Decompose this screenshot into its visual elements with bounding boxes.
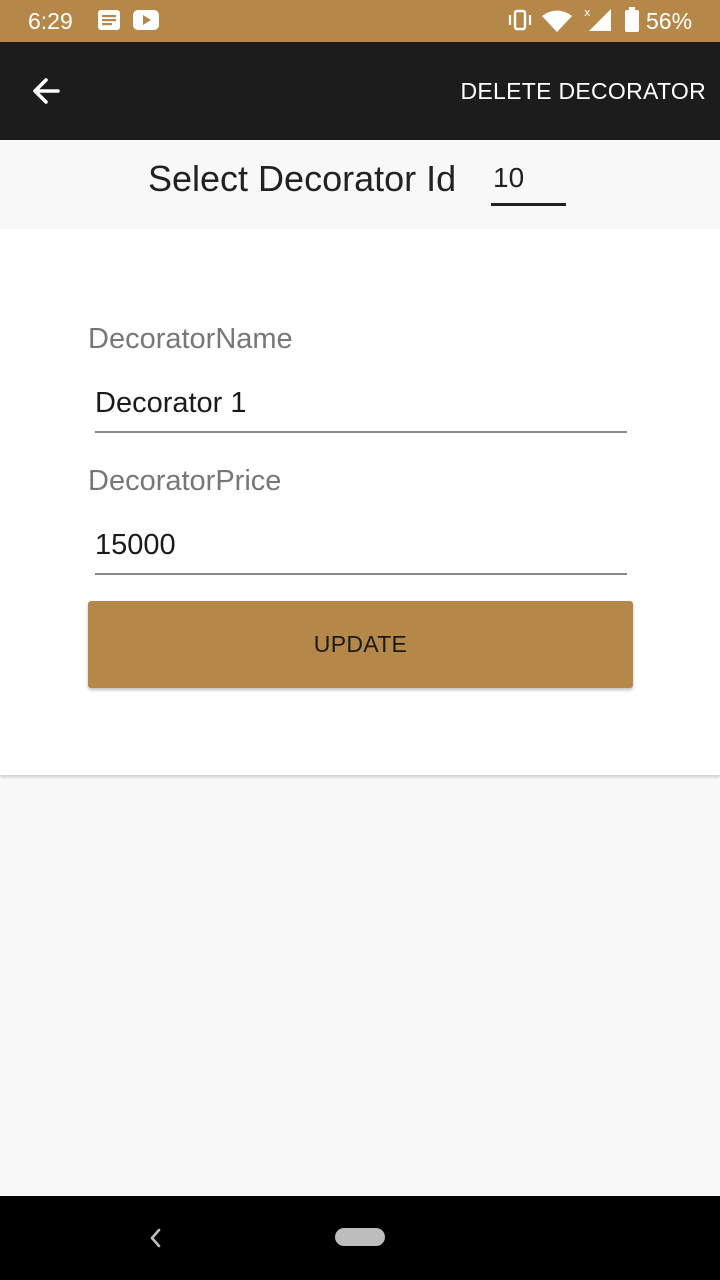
- decorator-id-selector-row: Select Decorator Id 10: [0, 140, 720, 229]
- nav-back-icon[interactable]: [144, 1224, 168, 1252]
- decorator-price-label: DecoratorPrice: [88, 465, 282, 497]
- battery-percentage: 56%: [646, 8, 693, 34]
- decorator-price-input[interactable]: 15000: [95, 529, 627, 575]
- decorator-name-input[interactable]: Decorator 1: [95, 387, 627, 433]
- update-button[interactable]: UPDATE: [88, 601, 633, 688]
- svg-text:x: x: [584, 6, 591, 19]
- decorator-id-spinner[interactable]: 10: [491, 162, 566, 206]
- decorator-name-label: DecoratorName: [88, 323, 293, 355]
- app-bar: DELETE DECORATOR: [0, 42, 720, 140]
- message-icon: [98, 10, 120, 30]
- status-time: 6:29: [28, 8, 73, 34]
- delete-decorator-button[interactable]: DELETE DECORATOR: [461, 78, 707, 105]
- wifi-icon: [542, 10, 572, 32]
- vibrate-icon: [508, 9, 532, 31]
- signal-icon: x: [584, 6, 611, 31]
- status-bar: 6:29 x 56%: [0, 0, 720, 42]
- back-arrow-icon[interactable]: [26, 69, 70, 113]
- navigation-bar: [0, 1196, 720, 1280]
- nav-home-pill[interactable]: [335, 1228, 385, 1246]
- select-decorator-id-label: Select Decorator Id: [148, 158, 457, 199]
- battery-icon: [625, 7, 639, 32]
- youtube-icon: [133, 10, 159, 30]
- decorator-form-card: DecoratorName Decorator 1 DecoratorPrice…: [0, 229, 720, 775]
